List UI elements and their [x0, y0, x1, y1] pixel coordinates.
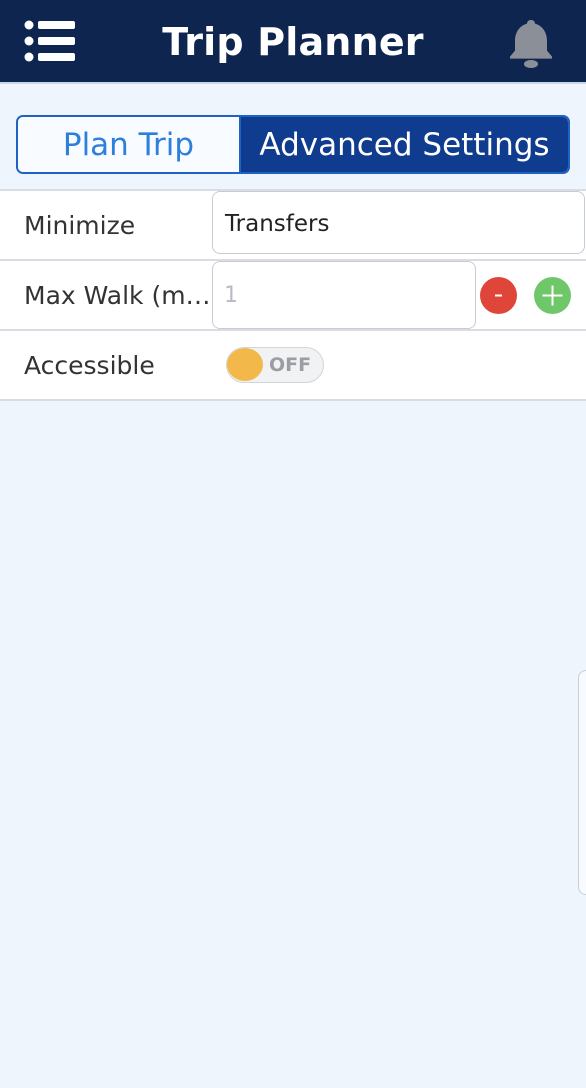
page-title: Trip Planner	[162, 20, 424, 64]
accessible-toggle[interactable]: OFF	[226, 347, 324, 383]
app-screen: Trip Planner Plan Trip Advanced Settings…	[0, 0, 586, 1088]
plus-icon	[542, 285, 563, 306]
accessible-row: Accessible OFF	[0, 329, 586, 401]
decrement-button[interactable]	[480, 277, 517, 314]
minimize-select[interactable]: Transfers	[212, 191, 585, 254]
increment-button[interactable]	[534, 277, 571, 314]
minimize-label: Minimize	[24, 211, 136, 240]
toggle-state-label: OFF	[269, 354, 312, 376]
max-walk-label: Max Walk (m…	[24, 281, 211, 310]
settings-tab-bar: Plan Trip Advanced Settings	[16, 115, 570, 174]
tab-plan-trip[interactable]: Plan Trip	[18, 117, 239, 172]
minus-icon	[495, 294, 502, 297]
app-header: Trip Planner	[0, 0, 586, 84]
bell-icon[interactable]	[503, 16, 559, 72]
accessible-label: Accessible	[24, 351, 155, 380]
max-walk-input[interactable]	[212, 261, 476, 329]
toggle-knob	[227, 348, 263, 381]
side-drawer-handle[interactable]	[578, 670, 586, 895]
minimize-row: Minimize Transfers	[0, 189, 586, 260]
tab-advanced-settings[interactable]: Advanced Settings	[239, 117, 568, 172]
max-walk-row: Max Walk (m…	[0, 259, 586, 330]
